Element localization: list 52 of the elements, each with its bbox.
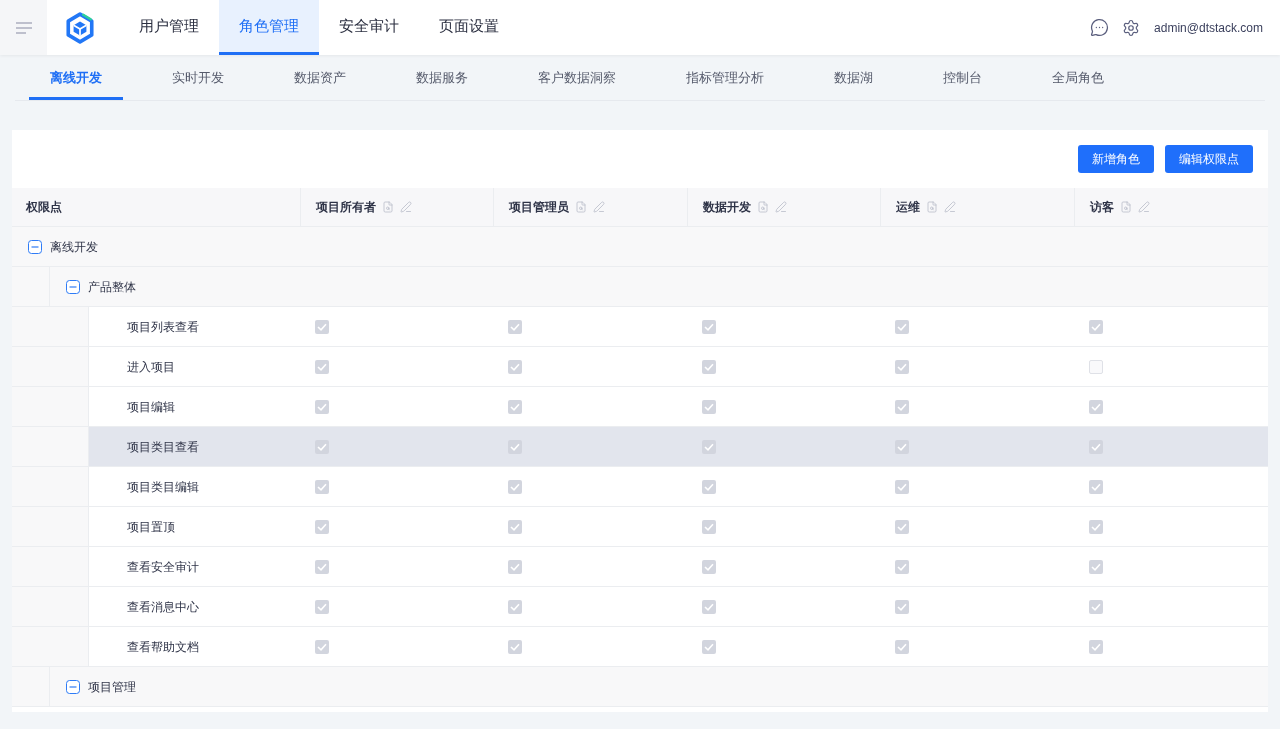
product-tab[interactable]: 控制台: [922, 55, 1003, 100]
action-button[interactable]: 编辑权限点: [1165, 145, 1253, 173]
view-detail-icon[interactable]: [382, 201, 394, 213]
permission-label: 项目列表查看: [126, 318, 199, 336]
chat-icon[interactable]: [1090, 18, 1110, 37]
user-email[interactable]: admin@dtstack.com: [1154, 18, 1263, 37]
column-header: 权限点: [26, 199, 62, 216]
product-tab[interactable]: 客户数据洞察: [517, 55, 637, 100]
menu-button[interactable]: [0, 0, 47, 55]
nav-tab[interactable]: 安全审计: [319, 0, 419, 55]
view-detail-icon[interactable]: [926, 201, 939, 213]
column-header: 项目管理员: [509, 199, 570, 216]
edit-icon[interactable]: [1137, 201, 1150, 213]
column-header: 数据开发: [702, 199, 751, 216]
minus-square-icon[interactable]: [66, 279, 80, 294]
permission-label: 项目类目查看: [126, 438, 199, 456]
product-tab[interactable]: 指标管理分析: [665, 55, 785, 100]
view-detail-icon[interactable]: [1119, 201, 1132, 213]
product-tab[interactable]: 数据服务: [395, 55, 489, 100]
view-detail-icon[interactable]: [575, 201, 588, 213]
action-button[interactable]: 新增角色: [1078, 145, 1154, 173]
group-label: 离线开发: [50, 238, 98, 256]
nav-tab[interactable]: 用户管理: [119, 0, 219, 55]
permission-label: 查看安全审计: [126, 558, 199, 576]
product-tab[interactable]: 实时开发: [151, 55, 245, 100]
product-tab[interactable]: 数据资产: [273, 55, 367, 100]
permission-label: 查看消息中心: [126, 598, 199, 616]
settings-icon[interactable]: [1122, 18, 1141, 37]
column-header: 访客: [1089, 199, 1114, 216]
edit-icon[interactable]: [400, 201, 412, 213]
menu-icon: [15, 21, 32, 34]
nav-tab[interactable]: 页面设置: [419, 0, 519, 55]
minus-square-icon[interactable]: [66, 679, 80, 694]
nav-tab[interactable]: 角色管理: [219, 0, 319, 55]
product-tab[interactable]: 数据湖: [813, 55, 894, 100]
edit-icon[interactable]: [593, 201, 606, 213]
edit-icon[interactable]: [944, 201, 957, 213]
permission-label: 项目编辑: [126, 398, 175, 416]
permission-label: 查看帮助文档: [126, 638, 199, 656]
permission-label: 项目类目编辑: [126, 478, 199, 496]
column-header: 项目所有者: [316, 199, 376, 216]
edit-icon[interactable]: [774, 201, 787, 213]
column-header: 运维: [896, 199, 921, 216]
logo-icon: [65, 11, 95, 44]
permission-label: 进入项目: [126, 358, 175, 376]
view-detail-icon[interactable]: [756, 201, 769, 213]
group-label: 项目管理: [88, 678, 136, 696]
minus-square-icon[interactable]: [28, 239, 42, 254]
permission-label: 项目置顶: [126, 518, 175, 536]
group-label: 产品整体: [88, 278, 136, 296]
product-tab[interactable]: 离线开发: [29, 55, 123, 100]
product-tab[interactable]: 全局角色: [1031, 55, 1125, 100]
